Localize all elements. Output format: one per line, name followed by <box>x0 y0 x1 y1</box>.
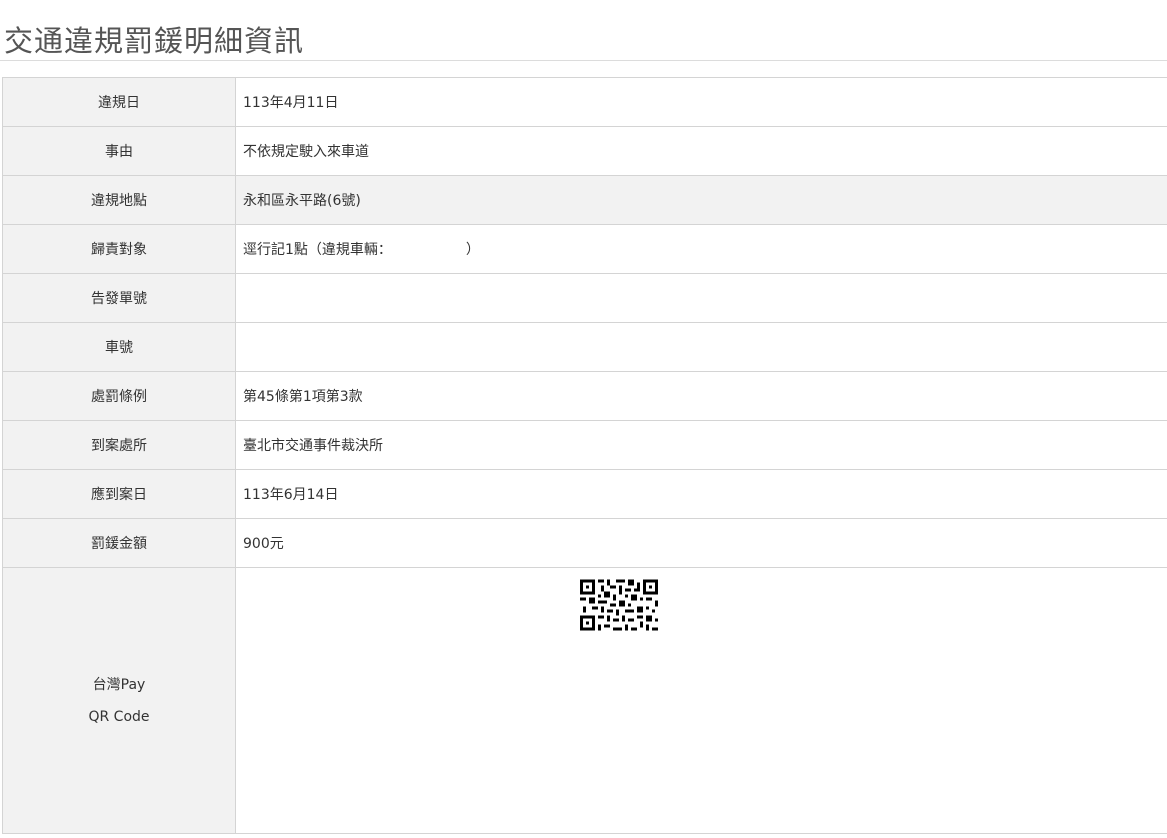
liable-party-prefix: 逕行記1點（違規車輛： <box>243 242 392 258</box>
table-row-qr-code: 台灣Pay QR Code <box>2 567 1167 834</box>
row-label-liable-party: 歸責對象 <box>2 224 236 274</box>
table-row-location: 違規地點 永和區永平路(6號) <box>2 175 1167 225</box>
table-row-liable-party: 歸責對象 逕行記1點（違規車輛： ） <box>2 224 1167 274</box>
row-value-liable-party: 逕行記1點（違規車輛： ） <box>235 224 1167 274</box>
row-value-violation-date: 113年4月11日 <box>235 77 1167 127</box>
table-row-reporting-office: 到案處所 臺北市交通事件裁決所 <box>2 420 1167 470</box>
table-row-due-date: 應到案日 113年6月14日 <box>2 469 1167 519</box>
qr-code-icon[interactable] <box>580 579 658 631</box>
table-row-ticket-number: 告發單號 <box>2 273 1167 323</box>
row-value-ticket-number <box>235 273 1167 323</box>
row-label-reason: 事由 <box>2 126 236 176</box>
row-label-plate-number: 車號 <box>2 322 236 372</box>
qr-label-line1: 台灣Pay <box>92 676 146 693</box>
row-value-due-date: 113年6月14日 <box>235 469 1167 519</box>
table-row-plate-number: 車號 <box>2 322 1167 372</box>
table-row-penalty-clause: 處罰條例 第45條第1項第3款 <box>2 371 1167 421</box>
row-value-penalty-clause: 第45條第1項第3款 <box>235 371 1167 421</box>
row-value-reporting-office: 臺北市交通事件裁決所 <box>235 420 1167 470</box>
qr-label-line2: QR Code <box>88 708 150 725</box>
title-divider <box>0 60 1167 61</box>
table-row-violation-date: 違規日 113年4月11日 <box>2 77 1167 127</box>
table-row-fine-amount: 罰鍰金額 900元 <box>2 518 1167 568</box>
page-title: 交通違規罰鍰明細資訊 <box>4 24 305 58</box>
row-value-plate-number <box>235 322 1167 372</box>
row-label-ticket-number: 告發單號 <box>2 273 236 323</box>
row-label-penalty-clause: 處罰條例 <box>2 371 236 421</box>
row-value-fine-amount: 900元 <box>235 518 1167 568</box>
row-value-location: 永和區永平路(6號) <box>235 175 1167 225</box>
row-label-reporting-office: 到案處所 <box>2 420 236 470</box>
row-label-qr-code: 台灣Pay QR Code <box>2 567 236 834</box>
qr-container <box>236 568 1167 833</box>
row-label-violation-date: 違規日 <box>2 77 236 127</box>
row-value-reason: 不依規定駛入來車道 <box>235 126 1167 176</box>
fine-detail-table: 違規日 113年4月11日 事由 不依規定駛入來車道 違規地點 永和區永平路(6… <box>2 77 1167 834</box>
row-value-qr-code <box>235 567 1167 834</box>
row-label-fine-amount: 罰鍰金額 <box>2 518 236 568</box>
liable-party-suffix: ） <box>465 242 480 258</box>
table-row-reason: 事由 不依規定駛入來車道 <box>2 126 1167 176</box>
row-label-due-date: 應到案日 <box>2 469 236 519</box>
row-label-location: 違規地點 <box>2 175 236 225</box>
